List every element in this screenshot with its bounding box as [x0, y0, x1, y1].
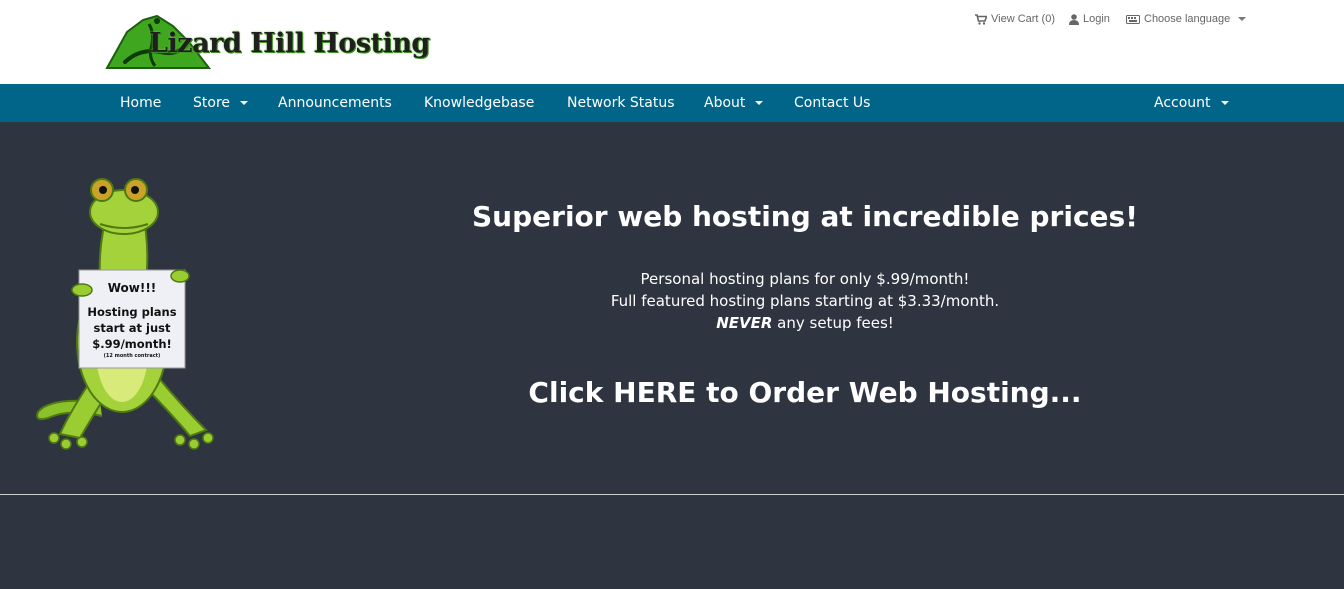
- tagline-line-1: Personal hosting plans for only $.99/mon…: [640, 270, 970, 288]
- nav-knowledgebase[interactable]: Knowledgebase: [424, 84, 534, 122]
- nav-announcements-label: Announcements: [278, 95, 392, 111]
- nav-account-label: Account: [1154, 95, 1211, 111]
- hero-banner: Wow!!! Hosting plans start at just $.99/…: [0, 122, 1344, 494]
- gecko-mascot-icon[interactable]: Wow!!! Hosting plans start at just $.99/…: [30, 172, 215, 454]
- chevron-down-icon: [1220, 101, 1229, 105]
- tagline-line-3-rest: any setup fees!: [772, 314, 894, 332]
- nav-network-status-label: Network Status: [567, 95, 675, 111]
- nav-store[interactable]: Store: [193, 84, 249, 122]
- nav-knowledgebase-label: Knowledgebase: [424, 95, 535, 111]
- logo-text: Lizard Hill Hosting: [149, 28, 430, 59]
- tagline-line-2: Full featured hosting plans starting at …: [610, 292, 1000, 310]
- nav-account[interactable]: Account: [1154, 84, 1229, 122]
- nav-home-label: Home: [120, 95, 162, 111]
- nav-about-label: About: [704, 95, 746, 111]
- sign-line-3: start at just: [93, 321, 171, 335]
- sign-line-4: $.99/month!: [92, 337, 172, 351]
- cart-icon: [975, 13, 987, 25]
- login-label: Login: [1083, 13, 1110, 25]
- sign-line-5: (12 month contract): [104, 353, 161, 359]
- header: Lizard Hill Hosting View Cart (0) Login …: [0, 0, 1344, 84]
- content-area: [0, 495, 1344, 589]
- nav-store-label: Store: [193, 95, 231, 111]
- chevron-down-icon: [240, 101, 249, 105]
- nav-contact-label: Contact Us: [794, 95, 871, 111]
- nav-about[interactable]: About: [704, 84, 764, 122]
- view-cart-label: View Cart (0): [991, 13, 1055, 25]
- language-selector[interactable]: Choose language: [1126, 13, 1247, 25]
- hero-tagline: Personal hosting plans for only $.99/mon…: [405, 268, 1205, 334]
- site-logo[interactable]: Lizard Hill Hosting: [105, 12, 430, 72]
- keyboard-icon: [1126, 14, 1140, 24]
- user-icon: [1069, 13, 1079, 25]
- hero-headline: Superior web hosting at incredible price…: [472, 200, 1138, 233]
- login-link[interactable]: Login: [1069, 13, 1110, 25]
- view-cart-link[interactable]: View Cart (0): [975, 13, 1055, 25]
- tagline-line-3: NEVER any setup fees!: [405, 312, 1205, 334]
- tagline-never: NEVER: [716, 314, 773, 332]
- sign-line-2: Hosting plans: [87, 305, 176, 319]
- main-navbar: Home Store Announcements Knowledgebase N…: [0, 84, 1344, 122]
- nav-announcements[interactable]: Announcements: [278, 84, 392, 122]
- nav-home[interactable]: Home: [120, 84, 161, 122]
- nav-contact[interactable]: Contact Us: [794, 84, 870, 122]
- order-hosting-link[interactable]: Click HERE to Order Web Hosting...: [405, 376, 1205, 409]
- chevron-down-icon: [1238, 17, 1247, 21]
- chevron-down-icon: [755, 101, 764, 105]
- nav-network-status[interactable]: Network Status: [567, 84, 675, 122]
- sign-line-1: Wow!!!: [108, 281, 157, 295]
- language-label: Choose language: [1144, 13, 1231, 25]
